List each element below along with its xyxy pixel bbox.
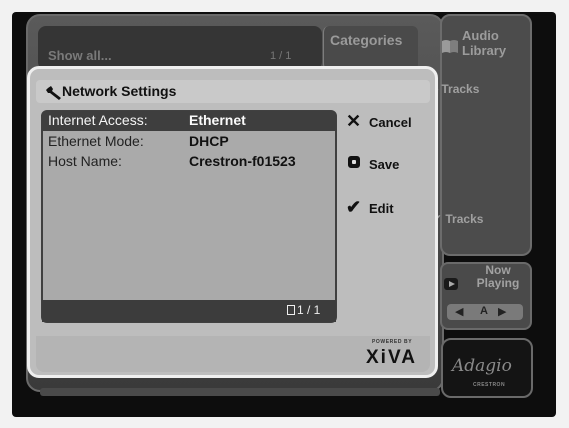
host-name-value[interactable]: Crestron-f01523: [189, 153, 296, 169]
crestron-wordmark: CRESTRON: [473, 382, 506, 388]
play-icon: [444, 278, 458, 290]
edit-button[interactable]: Edit: [369, 201, 394, 216]
next-letter-button[interactable]: ▶: [498, 305, 506, 318]
show-all-item[interactable]: Show all...: [48, 48, 112, 63]
host-name-label[interactable]: Host Name:: [48, 153, 122, 169]
ethernet-mode-label[interactable]: Ethernet Mode:: [48, 133, 144, 149]
ethernet-mode-value[interactable]: DHCP: [189, 133, 229, 149]
tracks-item[interactable]: ✓ Tracks: [432, 212, 483, 226]
media-page-indicator: 1 / 1: [270, 50, 292, 62]
now-playing-label: Now Playing: [476, 263, 520, 290]
tracks-label: Tracks: [445, 212, 484, 226]
adagio-wordmark: Adagio: [452, 356, 512, 376]
wrench-icon: [46, 86, 61, 100]
categories-tab[interactable]: Categories: [323, 26, 418, 70]
dialog-title: Network Settings: [62, 83, 177, 99]
save-button[interactable]: Save: [369, 157, 399, 172]
xiva-logo: XiVA: [366, 347, 417, 368]
page-indicator: 1 / 1: [297, 303, 321, 317]
x-icon[interactable]: ✕: [346, 111, 361, 132]
tracks-label: Tracks: [441, 82, 480, 96]
book-icon: [442, 40, 458, 53]
save-icon[interactable]: [348, 156, 360, 168]
current-letter: A: [480, 305, 488, 317]
internet-access-label[interactable]: Internet Access:: [48, 112, 148, 128]
media-bottom-bar: [40, 388, 440, 396]
audio-library-label: Audio Library: [462, 28, 507, 58]
internet-access-value[interactable]: Ethernet: [189, 112, 246, 128]
powered-by-label: POWERED BY: [372, 339, 413, 345]
cancel-button[interactable]: Cancel: [369, 115, 412, 130]
categories-label: Categories: [330, 32, 403, 48]
page-icon: [287, 305, 295, 315]
checkmark-icon[interactable]: ✔: [346, 197, 361, 218]
previous-letter-button[interactable]: ◀: [455, 305, 463, 318]
tracks-item[interactable]: ▸ Tracks: [432, 82, 479, 96]
